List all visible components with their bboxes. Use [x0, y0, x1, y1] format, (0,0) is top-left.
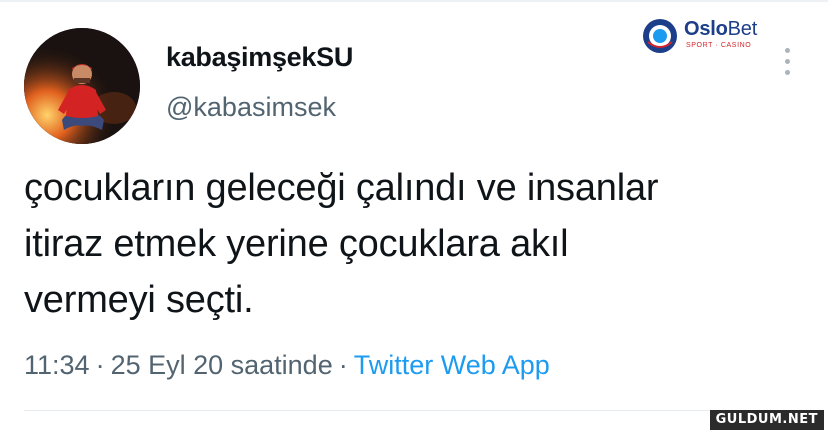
tweet-screenshot: kabaşimşekSU @kabasimsek OsloBet SPORT ·…: [0, 0, 828, 432]
avatar[interactable]: [24, 28, 140, 144]
more-vertical-icon: [785, 70, 790, 75]
meta-separator: ·: [95, 350, 105, 380]
handle[interactable]: @kabasimsek: [166, 92, 336, 123]
avatar-photo-icon: [24, 28, 140, 144]
tweet-text-line: çocukların geleceği çalındı ve insanlar: [24, 167, 659, 209]
brand-name-bold: Oslo: [684, 18, 728, 40]
more-options-button[interactable]: [778, 44, 798, 80]
tweet-text-line: itiraz etmek yerine çocuklara akıl: [24, 223, 569, 265]
brand-logo: OsloBet SPORT · CASINO: [642, 16, 774, 56]
tweet-source-link[interactable]: Twitter Web App: [354, 350, 550, 380]
bottom-divider: [24, 410, 808, 411]
display-name[interactable]: kabaşimşekSU: [166, 42, 353, 73]
watermark: GULDUM.NET: [709, 410, 824, 430]
tweet-time[interactable]: 11:34: [24, 350, 90, 380]
tweet-text: çocukların geleceği çalındı ve insanlar …: [24, 160, 814, 328]
more-vertical-icon: [785, 59, 790, 64]
tweet-meta: 11:34 · 25 Eyl 20 saatinde · Twitter Web App: [24, 350, 550, 381]
tweet-text-line: vermeyi seçti.: [24, 279, 254, 321]
brand-name: OsloBet: [684, 18, 757, 41]
tweet-date[interactable]: 25 Eyl 20 saatinde: [111, 350, 333, 380]
meta-separator: ·: [338, 350, 348, 380]
brand-tagline: SPORT · CASINO: [686, 42, 752, 49]
more-vertical-icon: [785, 48, 790, 53]
top-divider: [0, 0, 828, 2]
oslobet-logo-icon: [643, 19, 677, 53]
brand-name-rest: Bet: [727, 18, 758, 40]
